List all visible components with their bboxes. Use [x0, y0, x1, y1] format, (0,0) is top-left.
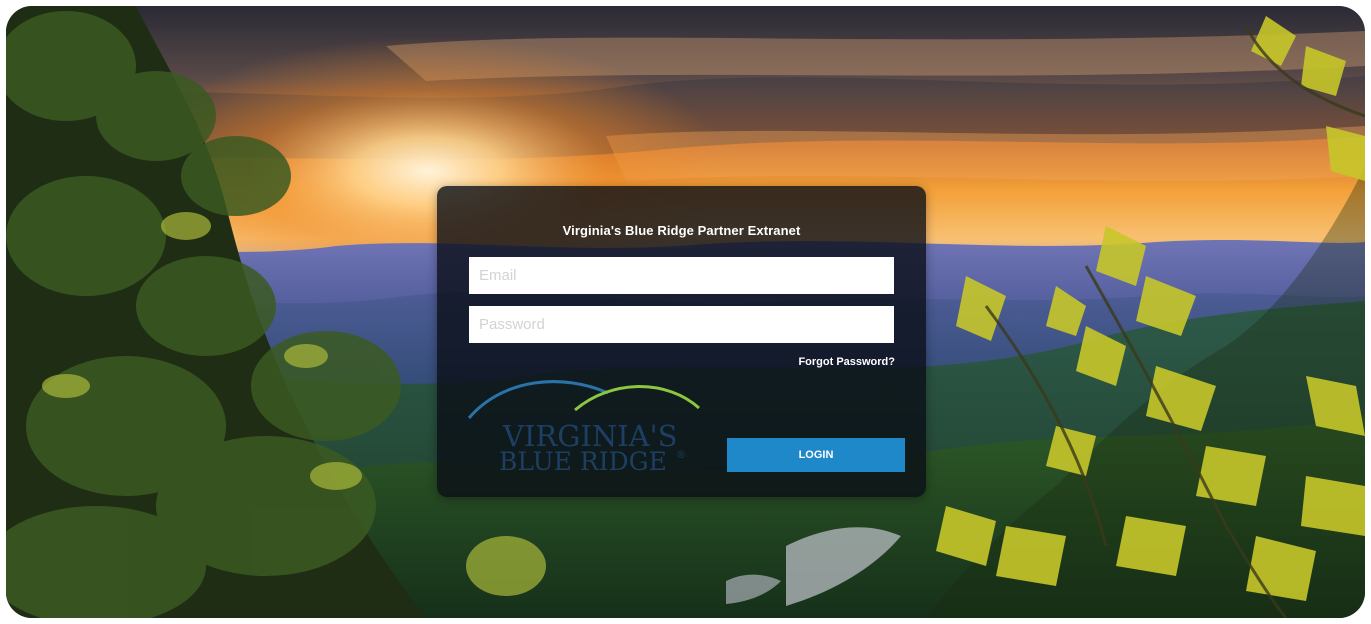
virginias-blue-ridge-logo: VIRGINIA'S BLUE RIDGE ®	[467, 380, 701, 476]
login-panel: Virginia's Blue Ridge Partner Extranet F…	[437, 186, 926, 497]
email-field[interactable]	[469, 257, 894, 294]
logo-line2: BLUE RIDGE	[499, 447, 667, 476]
login-button[interactable]: LOGIN	[727, 438, 905, 472]
logo-registered-mark: ®	[676, 450, 686, 461]
logo-arc-green	[574, 385, 701, 412]
page-frame: Virginia's Blue Ridge Partner Extranet F…	[6, 6, 1365, 618]
forgot-password-link[interactable]: Forgot Password?	[798, 356, 895, 368]
password-field[interactable]	[469, 306, 894, 343]
panel-title: Virginia's Blue Ridge Partner Extranet	[562, 223, 801, 238]
